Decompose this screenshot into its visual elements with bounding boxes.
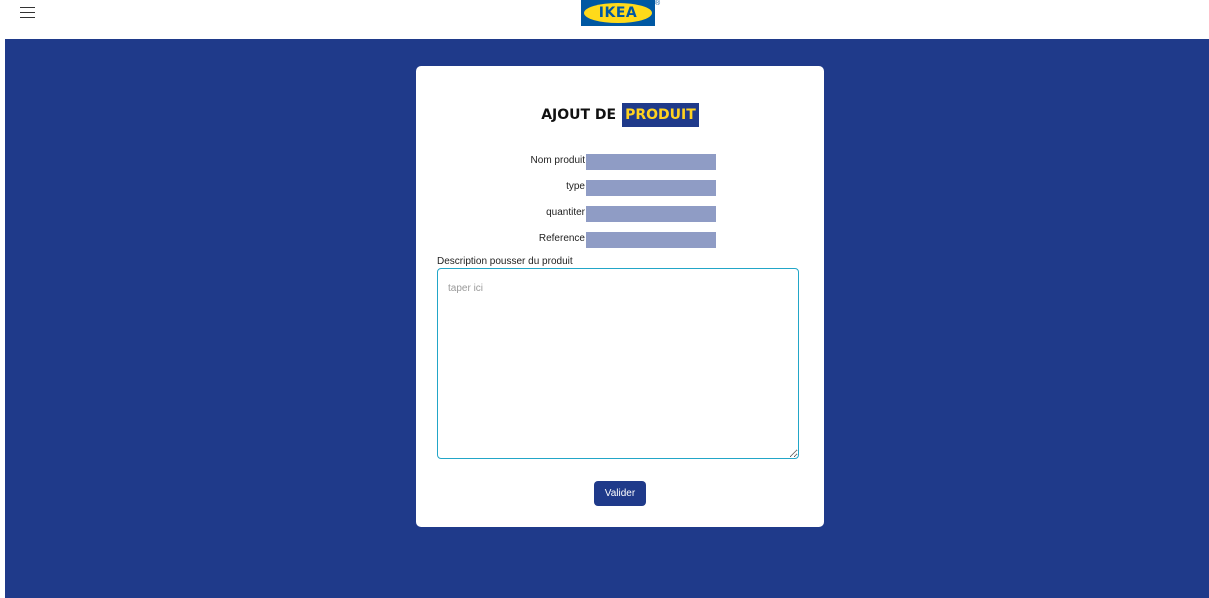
quantiter-input[interactable]: [586, 206, 716, 222]
field-row-type: type: [416, 180, 824, 196]
title-part-1: AJOUT DE: [541, 107, 617, 123]
reference-label: Reference: [538, 233, 585, 244]
type-input[interactable]: [586, 180, 716, 196]
ikea-logo[interactable]: IKEA: [581, 0, 655, 26]
nom-produit-input[interactable]: [586, 154, 716, 170]
field-row-quantiter: quantiter: [416, 206, 824, 222]
hamburger-menu-icon[interactable]: [20, 6, 36, 20]
field-row-nom-produit: Nom produit: [416, 154, 824, 170]
top-bar: IKEA ®: [0, 0, 1209, 39]
main-content: AJOUT DE PRODUIT Nom produit type quanti…: [5, 39, 1209, 598]
valider-button[interactable]: Valider: [594, 481, 646, 506]
field-row-reference: Reference: [416, 232, 824, 248]
type-label: type: [566, 181, 585, 192]
reference-input[interactable]: [586, 232, 716, 248]
logo-text: IKEA: [584, 3, 652, 23]
title-part-2: PRODUIT: [622, 103, 699, 127]
page-title: AJOUT DE PRODUIT: [416, 103, 824, 127]
description-textarea[interactable]: [437, 268, 799, 459]
registered-mark: ®: [655, 0, 661, 7]
description-label: Description pousser du produit: [437, 256, 573, 267]
nom-produit-label: Nom produit: [530, 155, 585, 166]
quantiter-label: quantiter: [546, 207, 585, 218]
add-product-card: AJOUT DE PRODUIT Nom produit type quanti…: [416, 66, 824, 527]
